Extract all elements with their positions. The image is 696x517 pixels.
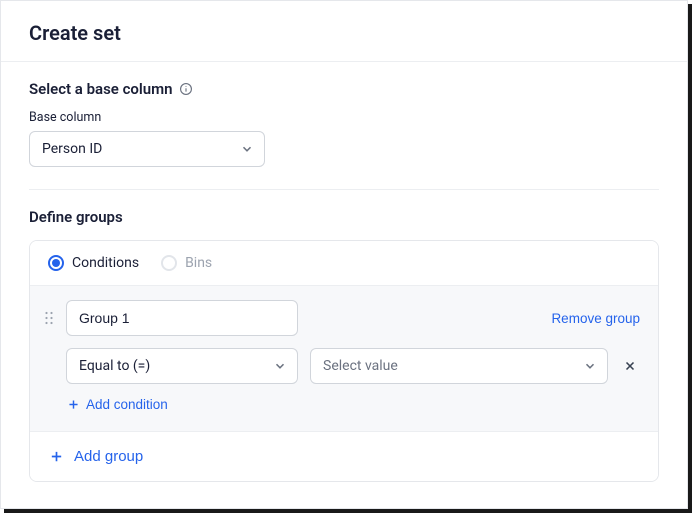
radio-bins[interactable]: Bins bbox=[161, 255, 212, 271]
add-group-row: Add group bbox=[30, 431, 658, 481]
radio-bins-label: Bins bbox=[185, 255, 212, 271]
modal-header: Create set bbox=[1, 1, 687, 62]
remove-group-button[interactable]: Remove group bbox=[551, 311, 640, 326]
modal-title: Create set bbox=[29, 21, 659, 45]
operator-select[interactable]: Equal to (=) bbox=[66, 348, 298, 384]
base-column-section-label: Select a base column bbox=[29, 80, 173, 98]
define-groups-title: Define groups bbox=[29, 208, 659, 226]
add-group-button[interactable]: Add group bbox=[48, 448, 143, 465]
add-condition-row: Add condition bbox=[66, 396, 640, 415]
radio-dot-icon bbox=[48, 255, 64, 271]
remove-group-label: Remove group bbox=[551, 311, 640, 326]
radio-conditions-label: Conditions bbox=[72, 255, 139, 271]
section-divider bbox=[29, 189, 659, 190]
chevron-down-icon bbox=[273, 359, 287, 373]
value-placeholder: Select value bbox=[323, 358, 398, 374]
group-editor: Remove group Equal to (=) Select value bbox=[30, 285, 658, 431]
add-group-label: Add group bbox=[74, 448, 143, 465]
group-type-tabs: Conditions Bins bbox=[30, 241, 658, 285]
base-column-value: Person ID bbox=[42, 141, 102, 157]
add-condition-label: Add condition bbox=[86, 397, 168, 412]
base-column-field-label: Base column bbox=[29, 110, 659, 125]
radio-conditions[interactable]: Conditions bbox=[48, 255, 139, 271]
condition-row: Equal to (=) Select value bbox=[66, 348, 640, 384]
add-condition-button[interactable]: Add condition bbox=[66, 397, 168, 412]
modal-body: Select a base column Base column Person … bbox=[1, 62, 687, 508]
create-set-modal: Create set Select a base column Base col… bbox=[0, 0, 688, 509]
radio-dot-icon bbox=[161, 255, 177, 271]
groups-panel: Conditions Bins bbox=[29, 240, 659, 482]
chevron-down-icon bbox=[583, 359, 597, 373]
group-header-row: Remove group bbox=[42, 300, 640, 336]
remove-condition-button[interactable] bbox=[620, 356, 640, 376]
plus-icon bbox=[66, 398, 80, 412]
base-column-section-title: Select a base column bbox=[29, 80, 659, 98]
value-select[interactable]: Select value bbox=[310, 348, 608, 384]
plus-icon bbox=[48, 449, 64, 465]
operator-value: Equal to (=) bbox=[79, 358, 150, 374]
group-name-input[interactable] bbox=[66, 300, 298, 336]
info-icon[interactable] bbox=[179, 82, 193, 96]
drag-handle-icon[interactable] bbox=[42, 310, 56, 326]
base-column-select[interactable]: Person ID bbox=[29, 131, 265, 167]
chevron-down-icon bbox=[240, 142, 254, 156]
